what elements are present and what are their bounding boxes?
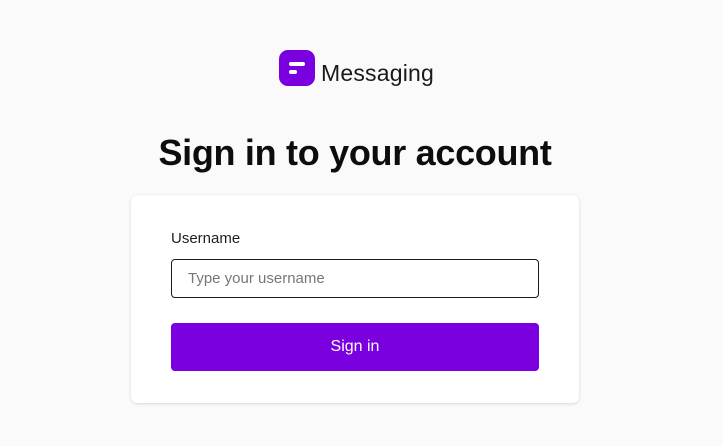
messaging-logo-icon [279,50,315,86]
sign-in-card: Username Sign in [131,195,579,403]
username-input[interactable] [171,259,539,298]
username-label: Username [171,230,241,247]
login-page: Messaging Sign in to your account Userna… [0,0,723,446]
sign-in-button[interactable]: Sign in [171,323,539,371]
page-title: Sign in to your account [158,132,552,173]
brand-name: Messaging [321,59,435,86]
brand-header: Messaging [279,50,434,86]
